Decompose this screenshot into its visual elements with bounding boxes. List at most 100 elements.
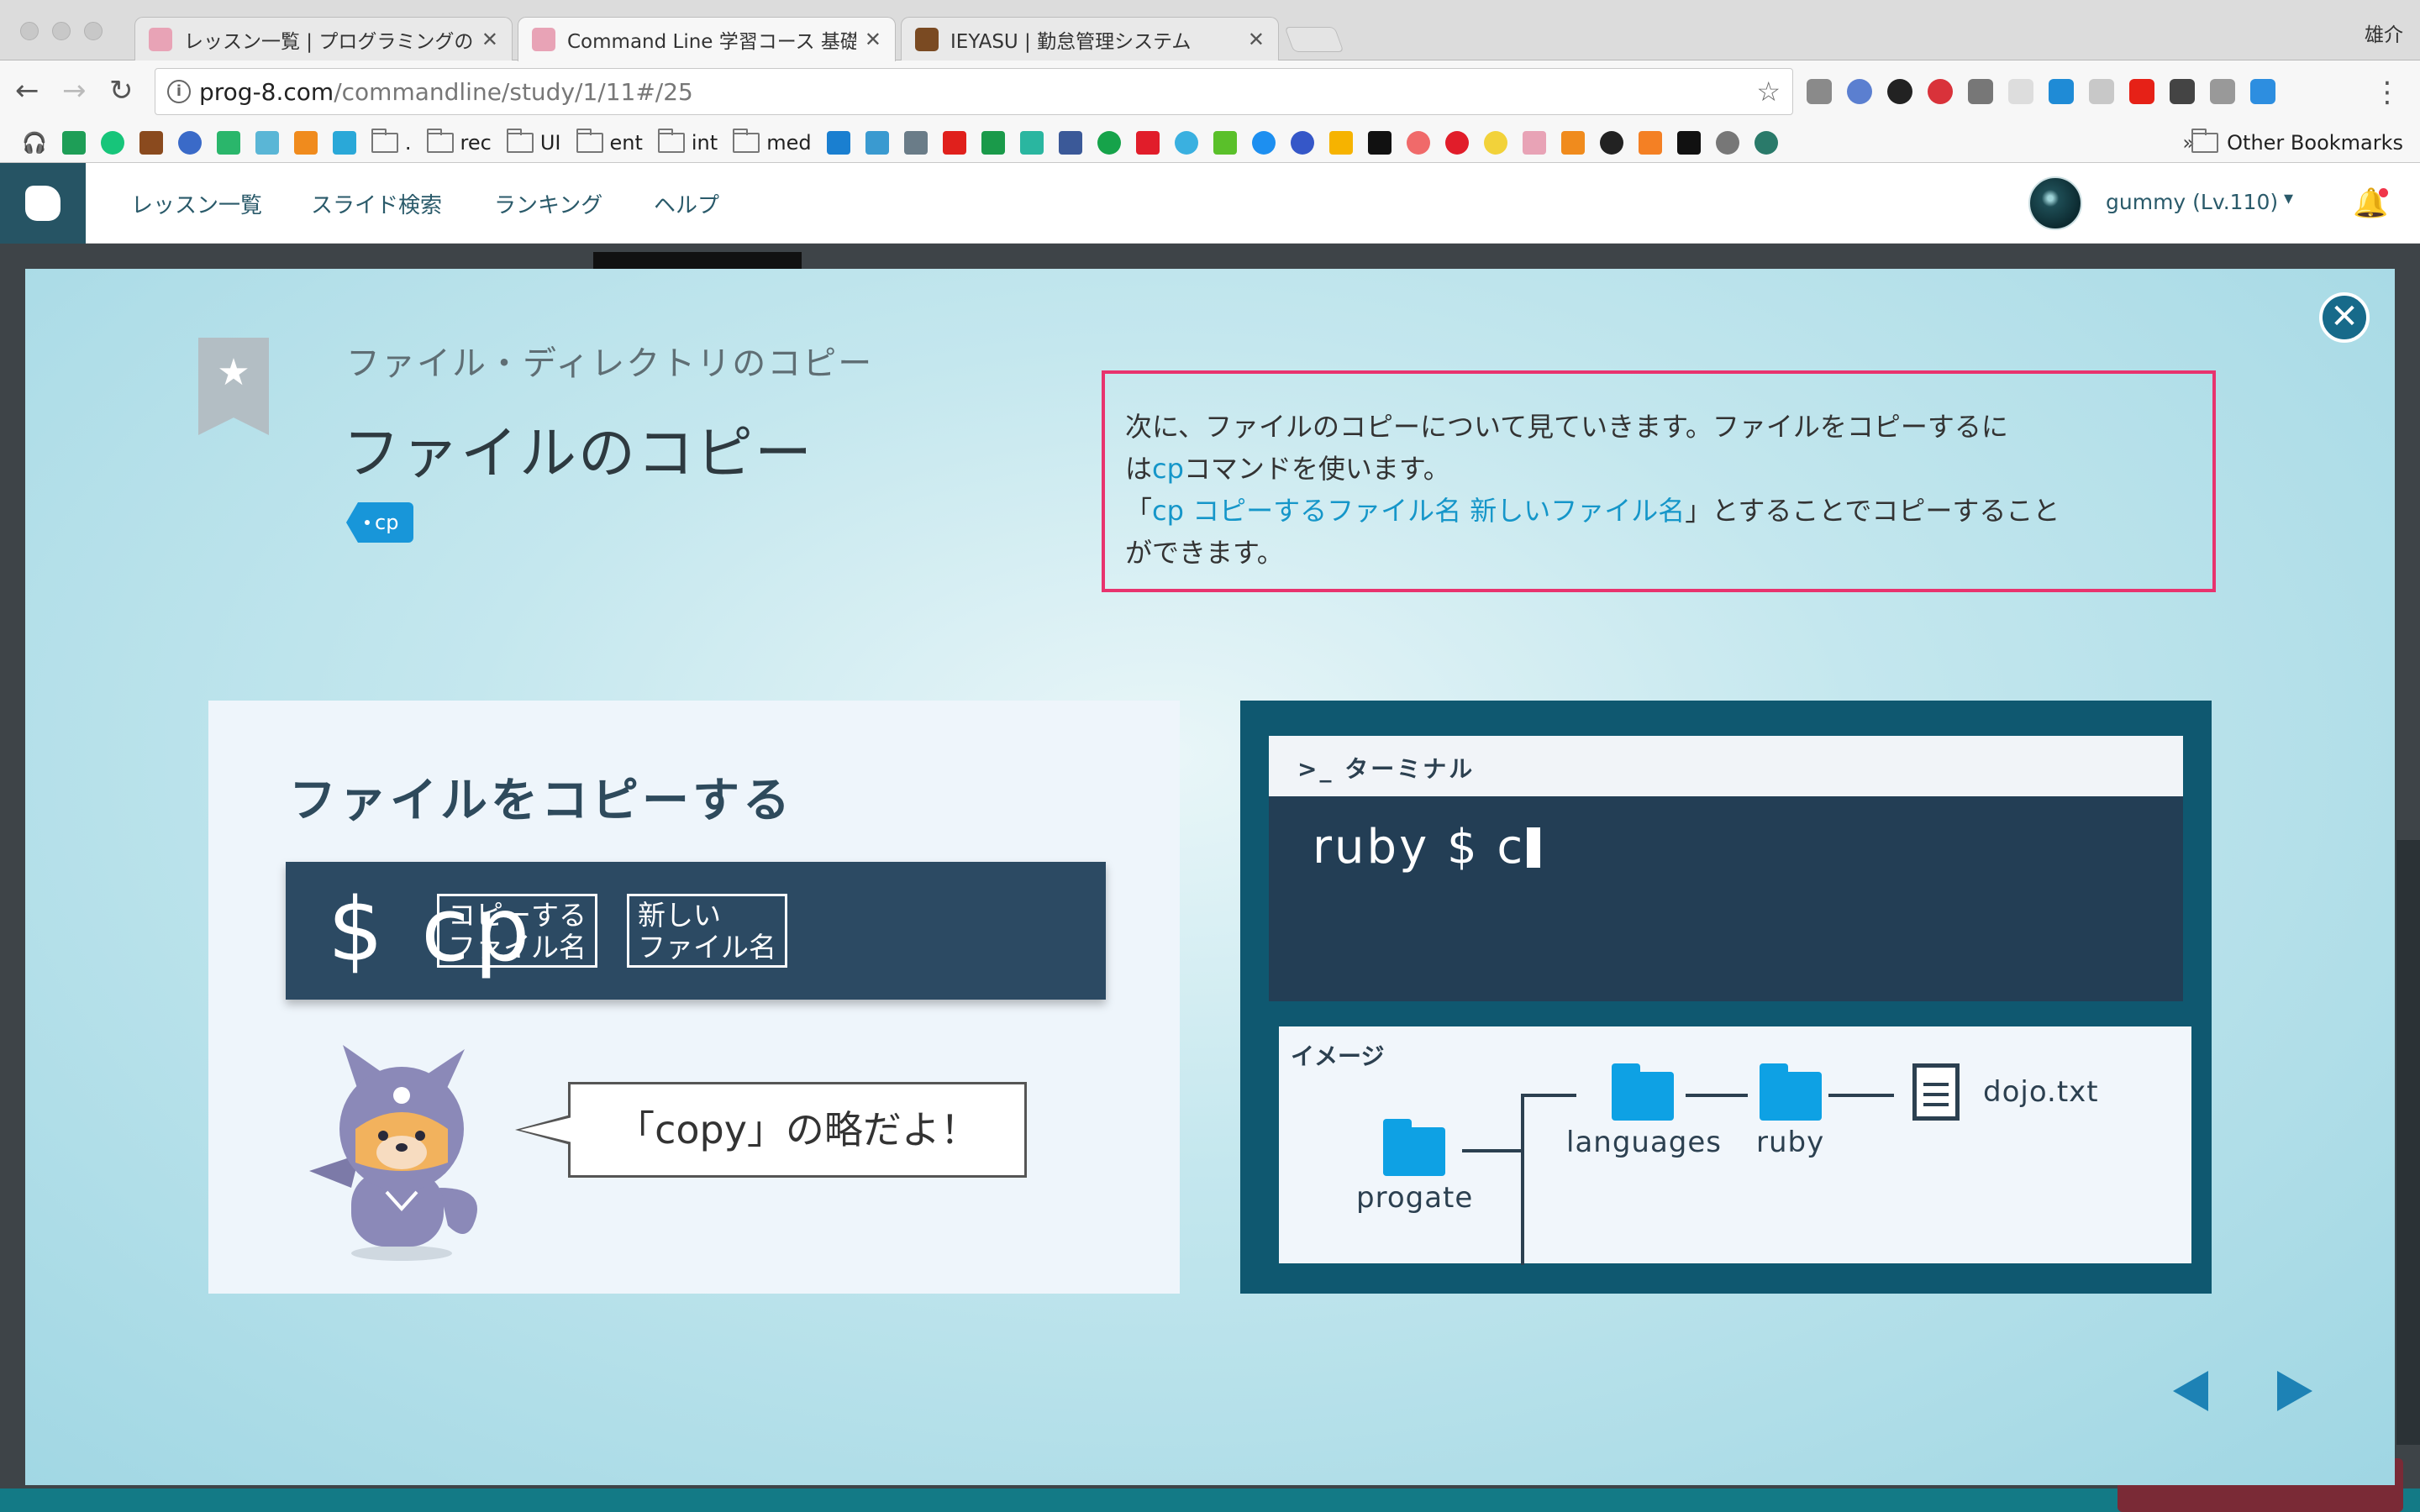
youtube-extension-icon[interactable] [2129,79,2154,104]
tree-line [1462,1149,1523,1152]
previous-slide-arrow-icon[interactable] [2173,1371,2208,1411]
tab-title: IEYASU | 勤怠管理システム [950,30,1192,53]
address-bar[interactable]: i prog-8.com/commandline/study/1/11#/25 … [155,68,1793,115]
folder-icon [426,129,454,153]
drive-bookmark-icon[interactable] [1328,131,1353,155]
tab-close-icon[interactable]: ✕ [1248,28,1265,51]
counter-extension-icon[interactable] [1928,79,1953,104]
sheets-bookmark-icon[interactable] [61,131,86,155]
v-extension-icon[interactable] [2049,79,2074,104]
asana-bookmark-icon[interactable] [1406,131,1430,155]
kanji-bookmark-icon[interactable] [332,131,356,155]
browser-tab-lessons[interactable]: レッスン一覧 | プログラミングの入 ✕ [134,17,513,60]
avatar[interactable] [2028,176,2082,230]
bookmark-folder-ent[interactable]: ent [576,129,643,155]
bookmark-folder-dot[interactable]: . [371,129,412,155]
folder-label-ruby: ruby [1756,1126,1825,1159]
argument-label: ファイル名 [448,931,587,963]
next-slide-arrow-icon[interactable] [2277,1371,2312,1411]
nav-ranking-link[interactable]: ランキング [494,188,602,219]
bookmark-folder-med[interactable]: med [733,129,812,155]
tab-title: レッスン一覧 | プログラミングの入 [184,30,473,53]
browser-tab-ieyasu[interactable]: IEYASU | 勤怠管理システム ✕ [901,17,1279,60]
argument-label: コピーする [448,899,587,932]
t-bookmark-icon[interactable] [942,131,966,155]
progate-logo[interactable] [0,163,86,244]
explanation-line-3: 「cp コピーするファイル名 新しいファイル名」とすることでコピーすること [1125,490,2192,532]
ieyasu-favicon-icon [915,27,939,51]
gauge-bookmark-icon[interactable] [1754,131,1778,155]
tab-close-icon[interactable]: ✕ [865,28,881,51]
other-bookmarks-folder[interactable]: Other Bookmarks [2191,129,2403,155]
window-minimize-button[interactable] [52,22,71,40]
browser-menu-icon[interactable]: ⋮ [2373,76,2402,109]
puzzle-extension-icon[interactable] [2210,79,2235,104]
back-arrow-icon[interactable]: ← [15,74,39,108]
m-bookmark-icon[interactable] [1135,131,1160,155]
ieyasu-bookmark-icon[interactable] [139,131,163,155]
flame-bookmark-icon[interactable] [1367,131,1392,155]
mail-extension-icon[interactable] [1807,79,1832,104]
window-zoom-button[interactable] [84,22,103,40]
forward-arrow-icon[interactable]: → [62,74,87,108]
bookmark-folder-ui[interactable]: UI [506,129,561,155]
user-name[interactable]: gummy (Lv.110) [2106,190,2278,214]
nav-help-link[interactable]: ヘルプ [654,188,719,219]
v-bookmark-icon[interactable] [255,131,279,155]
bookmark-folder-rec[interactable]: rec [426,129,492,155]
slide-subtitle: ファイル・ディレクトリのコピー [346,344,874,383]
chat-bookmark-icon[interactable] [1444,131,1469,155]
tree-line [1521,1094,1524,1265]
argument-destination-box: 新しい ファイル名 [627,894,787,968]
mail-bookmark-icon[interactable] [216,131,240,155]
grid-bookmark-icon[interactable] [826,131,850,155]
gear-extension-icon[interactable] [2008,79,2033,104]
robot-bookmark-icon[interactable] [1019,131,1044,155]
nav-slide-search-link[interactable]: スライド検索 [311,188,442,219]
a-bookmark-icon[interactable] [1676,131,1701,155]
cloud-extension-icon[interactable] [2089,79,2114,104]
q-bookmark-icon[interactable] [1290,131,1314,155]
flower-bookmark-icon[interactable] [177,131,202,155]
profile-name[interactable]: 雄介 [2365,18,2403,47]
download-extension-icon[interactable] [2250,79,2275,104]
bookmark-folder-int[interactable]: int [657,129,718,155]
close-modal-button[interactable]: ✕ [2319,292,2370,343]
b-bookmark-icon[interactable] [100,131,124,155]
github-bookmark-icon[interactable] [1599,131,1623,155]
globe-extension-icon[interactable] [1847,79,1872,104]
browser-tab-commandline[interactable]: Command Line 学習コース 基礎編 ✕ [518,17,896,61]
headphones-bookmark-icon[interactable]: 🎧 [22,131,47,155]
tab-close-icon[interactable]: ✕ [481,28,498,51]
bookmarks-bar: 🎧 . rec UI ent int med » Other Bookmarks [0,124,2420,163]
bookmark-star-icon[interactable]: ☆ [1756,76,1781,108]
evernote-clipper-icon[interactable] [1887,79,1912,104]
bookmark-label: int [691,131,718,155]
url-path: /commandline/study/1/11#/25 [334,77,693,106]
chart-bookmark-icon[interactable] [293,131,318,155]
face-bookmark-icon[interactable] [1483,131,1507,155]
recycle-extension-icon[interactable] [1968,79,1993,104]
techcrunch-bookmark-icon[interactable] [981,131,1005,155]
syntax-slide: ファイルをコピーする $ cp コピーする ファイル名 新しい ファイル名 「c… [208,701,1180,1294]
explanation-text: 「 [1125,495,1153,527]
reload-icon[interactable]: ↻ [109,74,134,108]
person-bookmark-icon[interactable] [1097,131,1121,155]
stackoverflow-bookmark-icon[interactable] [1638,131,1662,155]
nav-lessons-link[interactable]: レッスン一覧 [131,188,262,219]
terminal-cursor [1527,827,1541,868]
chevron-down-icon[interactable]: ▾ [2284,188,2293,209]
new-tab-button[interactable] [1284,27,1344,52]
m-green-bookmark-icon[interactable] [1213,131,1237,155]
mask-bookmark-icon[interactable] [1715,131,1739,155]
evernote-extension-icon[interactable] [2170,79,2195,104]
download-bookmark-icon[interactable] [1560,131,1585,155]
logmi-bookmark-icon[interactable] [865,131,889,155]
window-close-button[interactable] [20,22,39,40]
bird-bookmark-icon[interactable] [903,131,928,155]
progate-bookmark-icon[interactable] [1522,131,1546,155]
site-info-icon[interactable]: i [167,80,191,103]
infinity-bookmark-icon[interactable] [1174,131,1198,155]
facebook-bookmark-icon[interactable] [1058,131,1082,155]
messenger-bookmark-icon[interactable] [1251,131,1276,155]
